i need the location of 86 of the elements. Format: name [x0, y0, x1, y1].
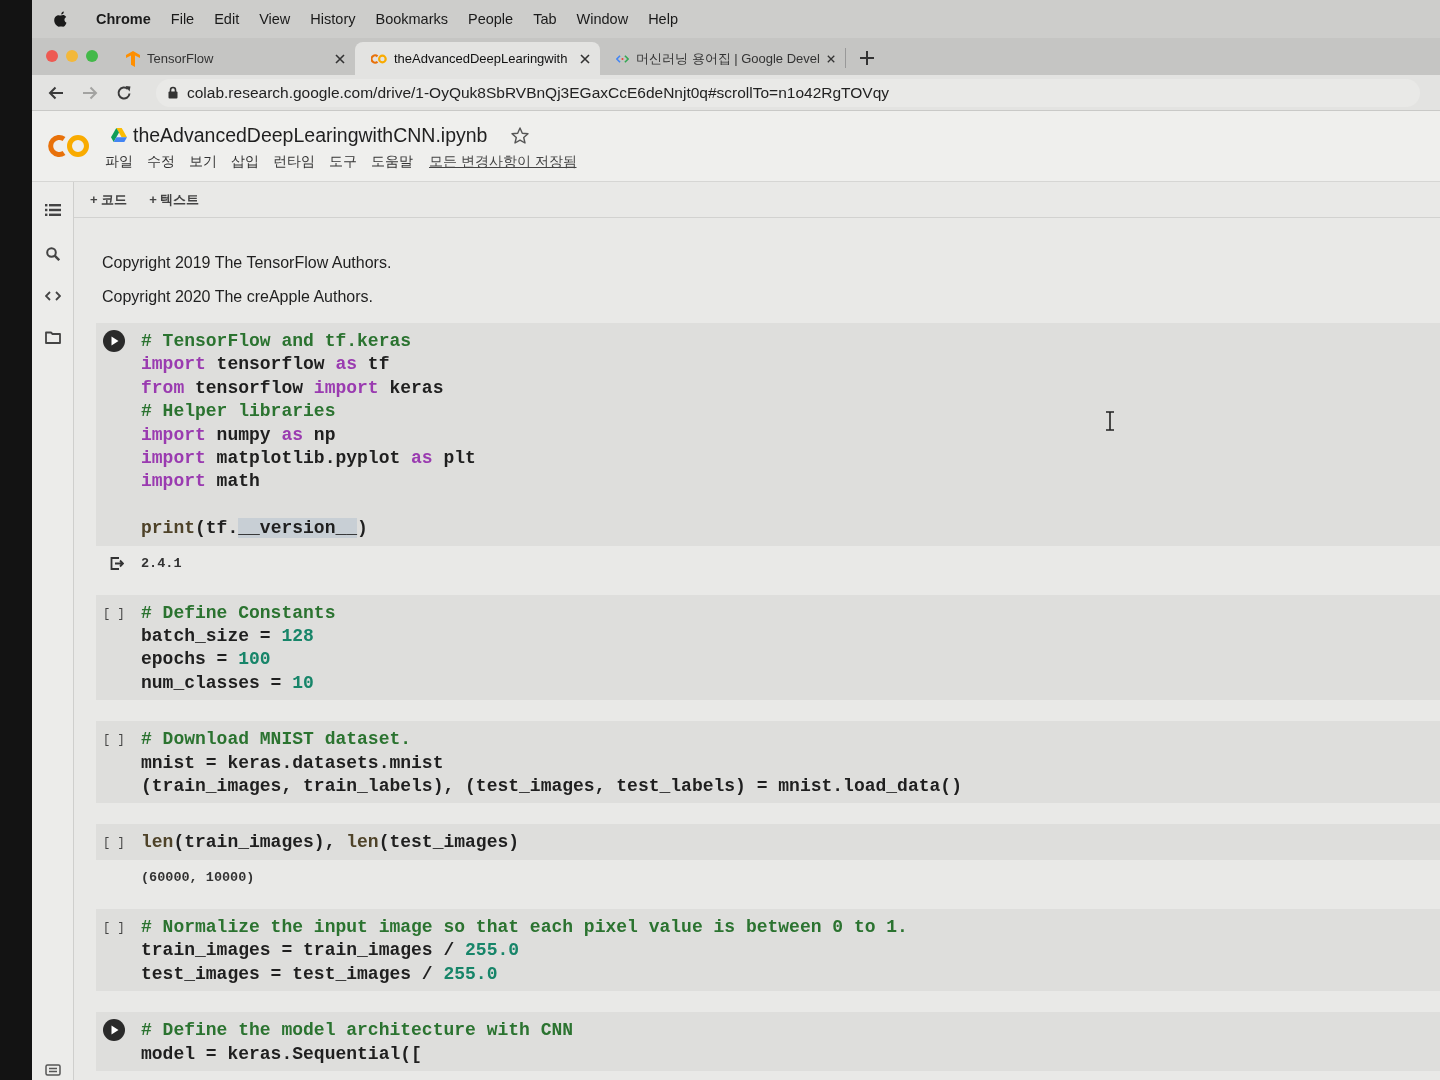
tab-title: theAdvancedDeepLearingwith: [394, 51, 569, 66]
code-line: from tensorflow import keras: [141, 376, 444, 400]
back-arrow-icon[interactable]: [48, 84, 64, 101]
code-line: train_images = train_images / 255.0: [141, 939, 520, 963]
menu-item[interactable]: Edit: [214, 11, 240, 27]
code-line: import numpy as np: [141, 423, 336, 447]
search-icon[interactable]: [45, 247, 60, 261]
tab-title: TensorFlow: [147, 51, 215, 66]
code-brackets-icon: [616, 53, 629, 64]
menu-item[interactable]: Window: [576, 11, 629, 27]
code-line: # Download MNIST dataset.: [141, 728, 412, 752]
add-cell-button[interactable]: + 텍스트: [145, 188, 204, 211]
code-line: epochs = 100: [141, 648, 271, 672]
t-block-icon: [126, 50, 140, 67]
apple-icon[interactable]: [54, 10, 68, 28]
tab-title: 머신러닝 용어집 | Google Devel: [635, 49, 820, 68]
code-cell[interactable]: # Define the model architecture with CNN model = keras.Sequential([: [96, 1012, 1440, 1071]
code-line: len(train_images), len(test_images): [141, 831, 520, 855]
star-icon[interactable]: [511, 126, 530, 144]
rings-icon: [371, 53, 387, 64]
copyright-text: Copyright 2020 The creApple Authors.: [102, 287, 373, 307]
copyright-text: Copyright 2019 The TensorFlow Authors.: [102, 253, 392, 273]
code-icon[interactable]: [44, 291, 61, 301]
run-cell-button[interactable]: [ ]: [103, 920, 125, 935]
code-line: # Helper libraries: [141, 400, 336, 424]
notebook-title[interactable]: theAdvancedDeepLearingwithCNN.ipynb: [133, 123, 488, 147]
menu-item[interactable]: 보기: [189, 152, 217, 171]
menu-item[interactable]: File: [170, 11, 195, 27]
code-line: # Define the model architecture with CNN: [141, 1019, 574, 1043]
code-cell[interactable]: [ ] len(train_images), len(test_images): [96, 824, 1440, 860]
list-icon[interactable]: [44, 203, 61, 217]
code-cell[interactable]: [ ] # Define Constants batch_size = 128 epochs = 100 num_classes = 10: [96, 594, 1440, 701]
folder-icon[interactable]: [44, 331, 61, 344]
run-cell-button[interactable]: [ ]: [103, 606, 125, 621]
menu-item[interactable]: Tab: [533, 11, 557, 27]
reload-icon[interactable]: [116, 84, 132, 101]
code-line: import matplotlib.pyplot as plt: [141, 447, 476, 471]
close-icon[interactable]: [826, 53, 835, 64]
code-line: (train_images, train_labels), (test_images, test_labels) = mnist.load_data(): [141, 775, 962, 799]
plus-icon[interactable]: [860, 51, 874, 65]
browser-tab[interactable]: 머신러닝 용어집 | Google Devel: [600, 42, 845, 75]
code-line: # TensorFlow and tf.keras: [141, 330, 412, 353]
menu-item[interactable]: View: [259, 11, 291, 27]
run-cell-button[interactable]: [ ]: [103, 836, 125, 851]
code-cell[interactable]: [ ] # Download MNIST dataset. mnist = keras.datasets.mnist (train_images, train_labels), (test_images, test_labels) = mnist.load_data(): [96, 721, 1440, 804]
play-icon[interactable]: [103, 330, 125, 352]
run-cell-button[interactable]: [ ]: [103, 733, 125, 748]
code-line: test_images = test_images / 255.0: [141, 962, 498, 986]
address-field[interactable]: colab.research.google.com/drive/1-OyQuk8SbRVBnQj3EGaxCcE6deNnjt0q#scrollTo=n1o42RgTOVqy: [156, 78, 1420, 107]
text-box-icon[interactable]: [44, 1064, 61, 1076]
code-line: batch_size = 128: [141, 625, 314, 649]
drive-icon: [111, 128, 127, 142]
cell-output: 2.4.1: [141, 556, 182, 572]
code-line: mnist = keras.datasets.mnist: [141, 751, 444, 775]
close-icon[interactable]: [335, 53, 345, 64]
play-icon[interactable]: [103, 1019, 125, 1042]
menu-item[interactable]: Chrome: [96, 11, 151, 27]
menu-item[interactable]: 도구: [329, 152, 357, 171]
code-line: # Define Constants: [141, 601, 336, 625]
menu-item[interactable]: Bookmarks: [375, 11, 448, 27]
browser-tab[interactable]: TensorFlow: [110, 42, 355, 75]
rings-logo-icon[interactable]: [47, 132, 91, 160]
code-line: num_classes = 10: [141, 671, 314, 695]
code-cell[interactable]: # TensorFlow and tf.keras import tensorflow as tf from tensorflow import keras # Helper libraries import numpy as np import matplotlib.pyplot as plt import math print(tf.__version__): [96, 323, 1440, 546]
add-cell-button[interactable]: + 코드: [86, 188, 132, 211]
lock-icon: [168, 86, 178, 99]
code-cell[interactable]: [ ] # Normalize the input image so that each pixel value is between 0 to 1. train_images = train_images / 255.0 test_images = test_images / 255.0: [96, 908, 1440, 992]
menu-item[interactable]: Help: [648, 11, 678, 27]
cell-output: (60000, 10000): [141, 870, 255, 886]
menu-item[interactable]: People: [468, 11, 514, 27]
box-arrow-icon[interactable]: [110, 557, 124, 571]
browser-tab[interactable]: theAdvancedDeepLearingwith: [355, 42, 600, 75]
close-icon[interactable]: [580, 53, 590, 64]
save-status-link[interactable]: 모든 변경사항이 저장됨: [429, 152, 577, 171]
code-line: model = keras.Sequential([: [141, 1042, 422, 1066]
code-line: import math: [141, 470, 260, 494]
menu-item[interactable]: 삽입: [231, 152, 259, 171]
text-cursor-icon: [1105, 411, 1115, 431]
code-line: # Normalize the input image so that each pixel value is between 0 to 1.: [141, 915, 908, 939]
menu-item[interactable]: 도움말: [371, 152, 413, 171]
menu-item[interactable]: 수정: [147, 152, 175, 171]
menu-item[interactable]: History: [310, 11, 356, 27]
code-line: print(tf.__version__): [141, 517, 368, 541]
menu-item[interactable]: 런타임: [273, 152, 315, 171]
code-line: import tensorflow as tf: [141, 353, 390, 377]
menu-item[interactable]: 파일: [105, 152, 133, 171]
